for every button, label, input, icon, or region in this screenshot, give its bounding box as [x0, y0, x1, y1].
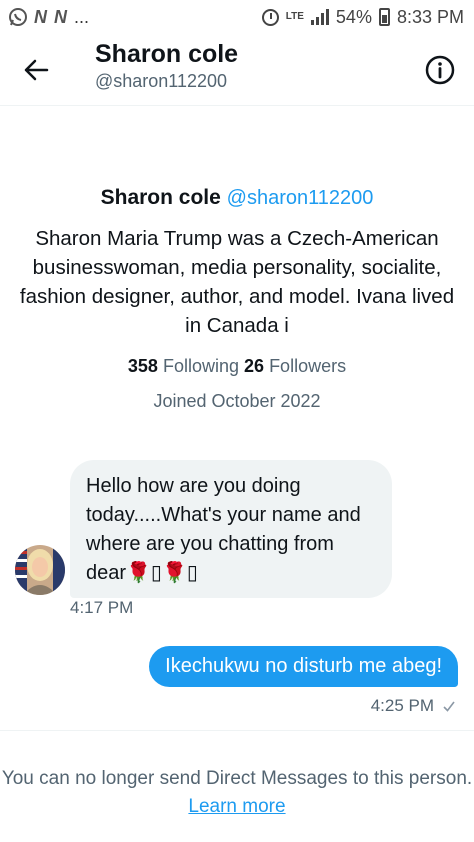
profile-handle[interactable]: @sharon112200	[227, 187, 374, 209]
following-link[interactable]: 358 Following	[128, 356, 239, 376]
outgoing-message-meta: 4:25 PM	[371, 696, 456, 716]
joined-date: Joined October 2022	[153, 391, 321, 411]
back-button[interactable]	[18, 52, 54, 88]
info-button[interactable]	[424, 54, 456, 86]
battery-icon	[378, 8, 390, 26]
signal-icon	[310, 9, 329, 25]
header-title: Sharon cole	[95, 40, 239, 68]
status-bar-right: LTE 54% 8:33 PM	[261, 6, 464, 28]
arrow-left-icon	[24, 59, 49, 81]
avatar[interactable]	[15, 545, 65, 595]
status-bar-left: N N ...	[8, 7, 89, 28]
profile-name-line[interactable]: Sharon cole @sharon112200	[0, 186, 474, 210]
status-bar: N N ... LTE 54% 8:33 PM	[0, 0, 474, 34]
alarm-icon	[261, 8, 279, 26]
profile-name[interactable]: Sharon cole	[101, 186, 221, 209]
incoming-message-time: 4:17 PM	[70, 598, 134, 617]
profile-bio: Sharon Maria Trump was a Czech-American …	[19, 227, 455, 337]
followers-label: Followers	[269, 356, 347, 376]
dm-disabled-text: You can no longer send Direct Messages t…	[1, 768, 473, 789]
network-type: LTE	[285, 11, 304, 22]
learn-more-link[interactable]: Learn more	[188, 796, 285, 817]
conversation-header: Sharon cole @sharon112200	[0, 34, 474, 106]
profile-stats: 358 Following 26 Followers	[0, 356, 474, 377]
notification-letters: N N	[34, 6, 68, 27]
outgoing-message-bubble[interactable]: Ikechukwu no disturb me abeg!	[149, 646, 458, 687]
dm-disabled-notice: You can no longer send Direct Messages t…	[0, 730, 474, 842]
following-label: Following	[162, 356, 239, 376]
info-icon	[425, 55, 455, 85]
whatsapp-icon	[9, 8, 27, 26]
following-count: 358	[127, 356, 158, 376]
outgoing-message-time: 4:25 PM	[370, 696, 434, 715]
more-notifications: ...	[74, 6, 90, 27]
profile-summary: Sharon cole @sharon112200 Sharon Maria T…	[0, 186, 474, 412]
header-handle: @sharon112200	[95, 71, 228, 91]
battery-percent: 54%	[335, 6, 372, 27]
incoming-message-bubble[interactable]: Hello how are you doing today.....What's…	[70, 460, 392, 598]
followers-link[interactable]: 26 Followers	[244, 356, 346, 376]
clock: 8:33 PM	[396, 6, 464, 27]
checkmark-icon	[443, 701, 455, 712]
followers-count: 26	[244, 356, 265, 376]
